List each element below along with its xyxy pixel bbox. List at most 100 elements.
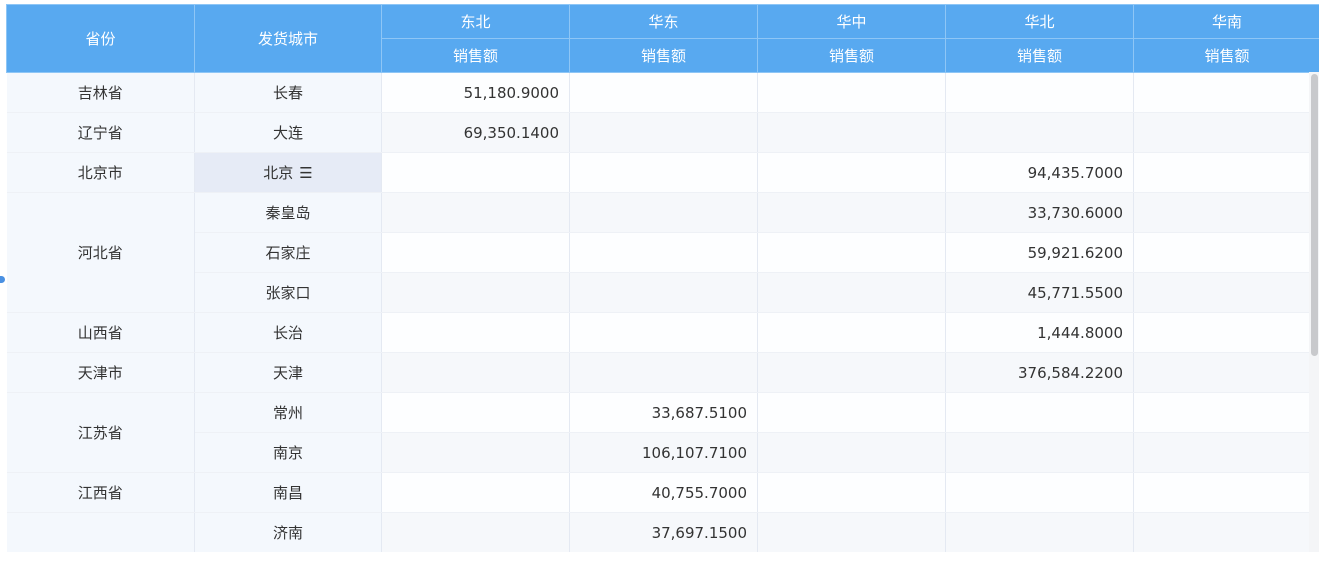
city-cell[interactable]: 天津: [194, 352, 382, 393]
header-region[interactable]: 华中: [757, 4, 946, 39]
header-measure[interactable]: 销售额: [569, 38, 758, 73]
menu-icon[interactable]: ☰: [299, 164, 312, 182]
city-cell[interactable]: 张家口: [194, 272, 382, 313]
sales-value-cell[interactable]: 1,444.8000: [945, 312, 1134, 353]
header-province[interactable]: 省份: [6, 4, 195, 73]
city-cell[interactable]: 南昌: [194, 472, 382, 513]
sales-value-cell[interactable]: [1133, 392, 1319, 433]
city-cell[interactable]: 长治: [194, 312, 382, 353]
sales-value-cell[interactable]: [381, 472, 570, 513]
sales-value-cell[interactable]: [945, 392, 1134, 433]
sales-value-cell[interactable]: [569, 352, 758, 393]
table-row[interactable]: 张家口 45,771.5500: [7, 272, 1319, 313]
sales-value-cell[interactable]: [757, 392, 946, 433]
sales-value-cell[interactable]: [569, 72, 758, 113]
province-cell[interactable]: 江西省: [6, 472, 195, 513]
table-row[interactable]: 江苏省 常州 33,687.5100: [6, 392, 1319, 473]
province-cell[interactable]: 辽宁省: [6, 112, 195, 153]
sales-value-cell[interactable]: [945, 512, 1134, 552]
sales-value-cell[interactable]: [1133, 352, 1319, 393]
province-cell[interactable]: 天津市: [6, 352, 195, 393]
sales-value-cell[interactable]: [381, 352, 570, 393]
sales-value-cell[interactable]: 33,730.6000: [945, 192, 1134, 233]
sales-value-cell[interactable]: [757, 112, 946, 153]
sales-value-cell[interactable]: [757, 72, 946, 113]
sales-value-cell[interactable]: 45,771.5500: [945, 272, 1134, 313]
header-measure[interactable]: 销售额: [381, 38, 570, 73]
city-cell[interactable]: 秦皇岛: [194, 192, 382, 233]
sales-value-cell[interactable]: [1133, 232, 1319, 273]
table-row[interactable]: 山西省 长治 1,444.8000: [6, 312, 1319, 353]
sales-value-cell[interactable]: [757, 512, 946, 552]
sales-value-cell[interactable]: [757, 152, 946, 193]
sales-value-cell[interactable]: [945, 72, 1134, 113]
sales-value-cell[interactable]: [381, 192, 570, 233]
sales-value-cell[interactable]: [381, 152, 570, 193]
province-cell[interactable]: 山西省: [6, 312, 195, 353]
header-region[interactable]: 华东: [569, 4, 758, 39]
province-cell[interactable]: 河北省: [6, 192, 195, 313]
sales-value-cell[interactable]: 59,921.6200: [945, 232, 1134, 273]
table-row[interactable]: 石家庄 59,921.6200: [7, 232, 1319, 273]
header-measure[interactable]: 销售额: [945, 38, 1134, 73]
city-cell[interactable]: 长春: [194, 72, 382, 113]
province-cell[interactable]: 江苏省: [6, 392, 195, 473]
sales-value-cell[interactable]: [569, 112, 758, 153]
sales-value-cell[interactable]: [381, 392, 570, 433]
sales-value-cell[interactable]: [381, 432, 570, 473]
sales-value-cell[interactable]: [1133, 312, 1319, 353]
sales-value-cell[interactable]: [1133, 112, 1319, 153]
province-cell[interactable]: 北京市: [6, 152, 195, 193]
sales-value-cell[interactable]: [757, 312, 946, 353]
sales-value-cell[interactable]: [757, 472, 946, 513]
sales-value-cell[interactable]: [381, 312, 570, 353]
sales-value-cell[interactable]: [1133, 472, 1319, 513]
sales-value-cell[interactable]: [757, 192, 946, 233]
sales-value-cell[interactable]: [757, 352, 946, 393]
sales-value-cell[interactable]: [1133, 152, 1319, 193]
sales-value-cell[interactable]: [569, 232, 758, 273]
sales-value-cell[interactable]: [1133, 432, 1319, 473]
sales-value-cell[interactable]: [757, 272, 946, 313]
city-cell[interactable]: 济南: [194, 512, 382, 552]
sales-value-cell[interactable]: 69,350.1400: [381, 112, 570, 153]
resize-handle[interactable]: [0, 276, 5, 283]
sales-value-cell[interactable]: [945, 472, 1134, 513]
table-row[interactable]: 河北省 秦皇岛 33,730.6000: [6, 192, 1319, 313]
table-row[interactable]: 济南 37,697.1500: [6, 512, 1319, 552]
sales-value-cell[interactable]: [569, 272, 758, 313]
table-row[interactable]: 辽宁省 大连 69,350.1400: [6, 112, 1319, 153]
sales-value-cell[interactable]: [381, 232, 570, 273]
city-cell[interactable]: 石家庄: [194, 232, 382, 273]
header-city[interactable]: 发货城市: [194, 4, 382, 73]
sales-value-cell[interactable]: 37,697.1500: [569, 512, 758, 552]
sales-value-cell[interactable]: [1133, 72, 1319, 113]
scrollbar-thumb[interactable]: [1311, 74, 1318, 356]
sales-value-cell[interactable]: [381, 512, 570, 552]
sales-value-cell[interactable]: [945, 432, 1134, 473]
sales-value-cell[interactable]: 376,584.2200: [945, 352, 1134, 393]
province-cell[interactable]: [6, 512, 195, 552]
city-cell[interactable]: 大连: [194, 112, 382, 153]
sales-value-cell[interactable]: [757, 232, 946, 273]
sales-value-cell[interactable]: 106,107.7100: [569, 432, 758, 473]
table-row[interactable]: 吉林省 长春 51,180.9000: [6, 72, 1319, 113]
sales-value-cell[interactable]: [381, 272, 570, 313]
sales-value-cell[interactable]: 40,755.7000: [569, 472, 758, 513]
city-cell[interactable]: 常州: [194, 392, 382, 433]
sales-value-cell[interactable]: 33,687.5100: [569, 392, 758, 433]
header-region[interactable]: 华南: [1133, 4, 1319, 39]
table-row[interactable]: 北京市 北京 ☰ 94,435.7000: [6, 152, 1319, 193]
sales-value-cell[interactable]: 94,435.7000: [945, 152, 1134, 193]
sales-value-cell[interactable]: 51,180.9000: [381, 72, 570, 113]
city-cell[interactable]: 北京 ☰: [194, 152, 382, 193]
sales-value-cell[interactable]: [569, 312, 758, 353]
header-region[interactable]: 华北: [945, 4, 1134, 39]
table-row[interactable]: 天津市 天津 376,584.2200: [6, 352, 1319, 393]
header-measure[interactable]: 销售额: [1133, 38, 1319, 73]
province-cell[interactable]: 吉林省: [6, 72, 195, 113]
sales-value-cell[interactable]: [945, 112, 1134, 153]
table-row[interactable]: 南京 106,107.7100: [7, 432, 1319, 473]
header-measure[interactable]: 销售额: [757, 38, 946, 73]
sales-value-cell[interactable]: [569, 152, 758, 193]
